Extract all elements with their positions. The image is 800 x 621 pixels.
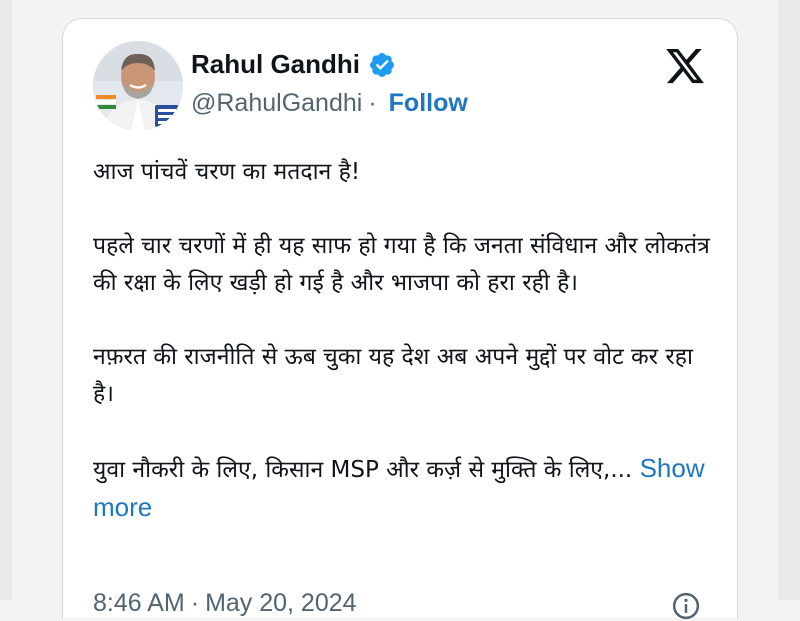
tweet-paragraph-1: आज पांचवें चरण का मतदान है! bbox=[93, 159, 361, 185]
tweet-timestamp[interactable]: 8:46 AM · May 20, 2024 bbox=[93, 589, 357, 618]
left-gutter bbox=[0, 0, 12, 600]
author-name[interactable]: Rahul Gandhi bbox=[191, 49, 360, 80]
tweet-text: आज पांचवें चरण का मतदान है! पहले चार चरण… bbox=[93, 154, 713, 565]
x-logo-icon[interactable] bbox=[663, 45, 707, 87]
author-handle[interactable]: @RahulGandhi bbox=[191, 89, 362, 118]
timestamp-separator: · bbox=[190, 589, 200, 617]
tweet-paragraph-4: युवा नौकरी के लिए, किसान MSP और कर्ज़ से… bbox=[93, 450, 713, 528]
author-name-row: Rahul Gandhi bbox=[191, 49, 396, 80]
right-gutter bbox=[778, 0, 800, 600]
avatar[interactable] bbox=[93, 41, 183, 131]
info-icon[interactable] bbox=[671, 591, 701, 621]
tweet-time: 8:46 AM bbox=[93, 589, 185, 617]
follow-button[interactable]: Follow bbox=[389, 89, 468, 118]
tweet-date: May 20, 2024 bbox=[205, 589, 357, 617]
tweet-paragraph-3: नफ़रत की राजनीति से ऊब चुका यह देश अब अप… bbox=[93, 344, 693, 407]
handle-row: @RahulGandhi · Follow bbox=[191, 89, 468, 118]
tweet-paragraph-4-text: युवा नौकरी के लिए, किसान MSP और कर्ज़ से… bbox=[93, 457, 633, 483]
separator-dot: · bbox=[368, 89, 377, 117]
tweet-paragraph-2: पहले चार चरणों में ही यह साफ हो गया है क… bbox=[93, 233, 710, 296]
verified-badge-icon bbox=[370, 52, 394, 77]
tweet-embed-card: Rahul Gandhi @RahulGandhi · Follow आज पा… bbox=[62, 18, 738, 621]
avatar-image bbox=[93, 41, 183, 131]
